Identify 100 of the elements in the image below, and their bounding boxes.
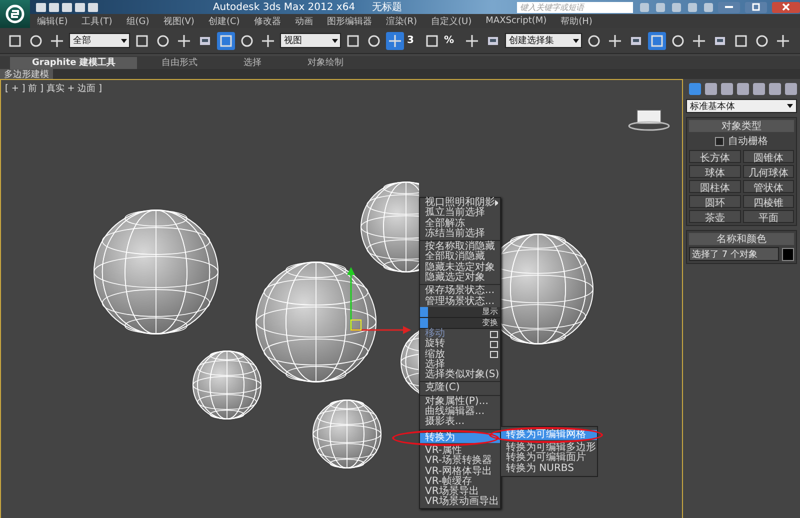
tool-button[interactable] xyxy=(648,32,666,50)
menu-item[interactable]: 修改器 xyxy=(246,14,288,28)
square-icon xyxy=(219,34,233,48)
context-menu-item[interactable]: 旋转 xyxy=(420,339,500,350)
context-menu-item[interactable]: 克隆(C) xyxy=(420,383,500,394)
ribbon-tab[interactable]: 选择 xyxy=(221,56,284,68)
menu-item-label: 保存场景状态... xyxy=(425,286,495,296)
object-type-button[interactable]: 茶壶 xyxy=(689,210,740,223)
app-logo-icon[interactable] xyxy=(0,0,30,28)
object-type-button[interactable]: 圆柱体 xyxy=(689,180,740,193)
object-type-button[interactable]: 四棱锥 xyxy=(742,195,794,208)
sphere-drawing xyxy=(312,399,382,469)
square-icon xyxy=(135,34,149,48)
menu-item[interactable]: 工具(T) xyxy=(74,14,120,28)
menu-item[interactable]: 渲染(R) xyxy=(378,14,424,28)
options-box-icon[interactable] xyxy=(490,351,498,358)
menu-item-label: 隐藏未选定对象 xyxy=(425,262,495,273)
menu-item-label: 转换为 NURBS xyxy=(506,464,574,474)
menu-item-label: 隐藏选定对象 xyxy=(425,273,485,284)
context-menu-item[interactable]: VR-网格体导出 xyxy=(420,466,500,477)
object-type-button[interactable]: 球体 xyxy=(689,165,740,178)
circle-icon xyxy=(587,34,601,48)
context-menu-item[interactable]: VR-场景转换器 xyxy=(420,456,500,467)
tool-button[interactable] xyxy=(217,32,235,50)
menu-item[interactable]: 图形编辑器 xyxy=(320,14,379,28)
menu-item-label: 孤立当前选择 xyxy=(425,208,485,218)
context-menu-item[interactable]: 摄影表... xyxy=(420,417,500,428)
context-menu-item[interactable]: 保存场景状态... xyxy=(420,286,500,297)
options-box-icon[interactable] xyxy=(490,340,498,348)
category-dropdown[interactable]: 标准基本体 xyxy=(686,99,797,113)
menu-item[interactable]: 编辑(E) xyxy=(30,14,75,28)
rollout-header[interactable]: 对象类型 xyxy=(689,120,794,132)
square-icon xyxy=(424,34,439,48)
object-type-button[interactable]: 几何球体 xyxy=(742,165,794,178)
object-type-button[interactable]: 圆锥体 xyxy=(742,150,794,163)
close-button[interactable] xyxy=(772,2,800,12)
cross-icon xyxy=(261,34,275,48)
menu-item[interactable]: 创建(C) xyxy=(201,14,247,28)
menu-item-label: 冻结当前选择 xyxy=(425,228,485,240)
color-swatch[interactable] xyxy=(782,248,794,260)
dropdown-value: 视图 xyxy=(284,34,302,47)
maximize-button[interactable] xyxy=(745,2,767,12)
cross-icon xyxy=(776,34,790,48)
menu-item[interactable]: MAXScript(M) xyxy=(478,16,554,26)
name-field[interactable]: 选择了 7 个对象 xyxy=(689,247,779,261)
menu-item-label: 选择 xyxy=(425,360,445,370)
minimize-icon xyxy=(725,6,733,8)
autogrid-checkbox[interactable]: 自动栅格 xyxy=(689,134,794,148)
object-type-button[interactable]: 管状体 xyxy=(742,180,794,193)
caret-icon xyxy=(121,38,127,42)
minimize-button[interactable] xyxy=(718,2,740,12)
viewport-label[interactable]: [ + ] 前 ] 真实 + 边面 ] xyxy=(5,82,102,95)
viewport[interactable] xyxy=(0,79,683,518)
submenu-item[interactable]: 转换为 NURBS xyxy=(501,464,597,474)
menu-item[interactable]: 帮助(H) xyxy=(554,14,600,28)
cross-icon xyxy=(608,34,622,48)
context-menu-item[interactable]: 孤立当前选择 xyxy=(420,208,500,219)
context-menu-item[interactable]: 隐藏选定对象 xyxy=(420,273,500,284)
submenu-item[interactable]: 转换为可编辑面片 xyxy=(501,453,597,464)
menu-item[interactable]: 组(G) xyxy=(119,14,156,28)
menu-item-label: 全部取消隐藏 xyxy=(425,252,485,262)
ribbon-tab[interactable]: 对象绘制 xyxy=(285,56,366,68)
menu-item-label: VR-网格体导出 xyxy=(425,466,492,477)
dropdown-value: 标准基本体 xyxy=(690,100,735,112)
snap-toggle[interactable]: % xyxy=(444,35,460,46)
transform-gizmo-icon[interactable] xyxy=(347,267,411,334)
snap-toggle[interactable]: 3 xyxy=(407,35,420,46)
context-menu-item[interactable]: 冻结当前选择 xyxy=(420,228,500,240)
dropdown-value: 全部 xyxy=(73,34,91,47)
rollout-header[interactable]: 名称和颜色 xyxy=(689,233,794,245)
context-menu-item[interactable]: 全部解冻 xyxy=(420,218,500,229)
menu-item[interactable]: 自定义(U) xyxy=(424,14,479,28)
toolbar-dropdown[interactable]: 创建选择集 xyxy=(505,33,582,48)
object-type-button[interactable]: 圆环 xyxy=(689,195,740,208)
context-menu-item[interactable]: 缩放 xyxy=(420,350,500,360)
object-type-button[interactable]: 长方体 xyxy=(689,150,740,163)
ribbon-tab[interactable]: Graphite 建模工具 xyxy=(10,56,138,68)
circle-icon xyxy=(367,34,381,48)
menu-item[interactable]: 视图(V) xyxy=(156,14,202,28)
menu-item-label: VR-帧缓存 xyxy=(425,476,472,487)
cross-icon xyxy=(692,34,706,48)
menu-item-label: VR场景导出 xyxy=(425,487,479,498)
ribbon-tab[interactable]: 自由形式 xyxy=(139,56,220,68)
context-menu-item[interactable]: 全部取消隐藏 xyxy=(420,252,500,263)
toolbar-dropdown[interactable]: 全部 xyxy=(69,33,130,48)
caret-icon xyxy=(787,104,793,108)
menu-item-label: 旋转 xyxy=(425,339,445,350)
toolbar-dropdown[interactable]: 视图 xyxy=(280,33,341,48)
search-field[interactable]: 键入关键字或短语 xyxy=(517,2,633,12)
square-icon xyxy=(650,34,664,48)
caret-icon xyxy=(332,38,338,42)
cross-icon xyxy=(465,34,479,48)
ribbon-panel-tab[interactable]: 多边形建模 xyxy=(0,69,53,79)
menu-section-header: 显示 xyxy=(420,306,500,318)
window-title: Autodesk 3ds Max 2012 x64 xyxy=(212,2,356,12)
menu-item-label: 克隆(C) xyxy=(425,383,460,394)
menu-item[interactable]: 动画 xyxy=(288,14,320,28)
viewcube-icon[interactable] xyxy=(628,110,670,131)
tool-button[interactable] xyxy=(386,32,404,50)
object-type-button[interactable]: 平面 xyxy=(742,210,794,223)
